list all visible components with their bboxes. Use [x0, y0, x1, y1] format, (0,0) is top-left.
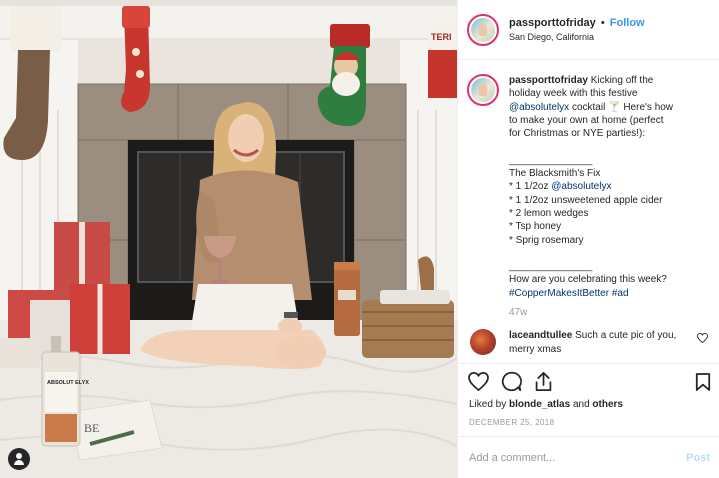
likes-middle: and [572, 399, 590, 410]
user-tag-icon[interactable] [8, 448, 30, 470]
save-button[interactable] [695, 372, 711, 397]
caption-text-part: for Christmas or NYE parties!): [509, 128, 646, 140]
hashtag-link[interactable]: #ad [612, 288, 629, 299]
caption-line: * 1 1/2oz unsweetened apple cider [509, 194, 704, 207]
caption-line: * Sprig rosemary [509, 234, 704, 247]
caption-text-part: _______________ [509, 154, 593, 166]
caption-line [509, 247, 704, 260]
caption-text-part: cocktail [569, 101, 609, 113]
comment-button[interactable] [501, 371, 522, 392]
share-upload-icon [535, 371, 552, 391]
caption-text-part: * 1 1/2oz unsweetened apple cider [509, 194, 663, 206]
heart-icon [468, 371, 489, 391]
caption-username[interactable]: passporttofriday [509, 75, 588, 86]
caption-text-part: How are you celebrating this week? [509, 274, 667, 286]
bookmark-icon [695, 373, 711, 391]
header-username[interactable]: passporttofriday [509, 17, 596, 29]
caption-line: * Tsp honey [509, 220, 704, 233]
caption-line: * 2 lemon wedges [509, 207, 704, 220]
likes-summary: Liked by blonde_atlas and others [458, 398, 719, 412]
caption-line [509, 140, 704, 153]
caption-body: passporttofriday Kicking off the holiday … [509, 74, 704, 319]
header-avatar-image [471, 17, 495, 42]
hashtag-link[interactable]: #CopperMakesItBetter [509, 288, 609, 299]
user-tag-head [16, 453, 22, 459]
caption-text-part: Here's how [620, 101, 674, 113]
follow-button[interactable]: Follow [610, 17, 645, 29]
comments-section: passporttofriday Kicking off the holiday … [458, 60, 719, 364]
header-separator: • [600, 16, 605, 29]
comment-row: laceandtullee Such a cute pic of you, me… [467, 329, 710, 357]
comment-body: laceandtullee Such a cute pic of you, me… [509, 329, 689, 357]
post-side-panel: passporttofriday • Follow San Diego, Cal… [457, 0, 719, 478]
post-date[interactable]: DECEMBER 25, 2018 [458, 418, 719, 427]
likes-user[interactable]: blonde_atlas [509, 399, 570, 410]
share-button[interactable] [534, 371, 553, 392]
caption-text-part: * 1 1/2oz [509, 181, 552, 193]
caption-time[interactable]: 47w [509, 306, 704, 319]
stocking-name: TERI [428, 22, 457, 98]
caption-text: passporttofriday Kicking off the holiday … [509, 74, 704, 300]
caption-avatar[interactable] [467, 74, 499, 106]
caption-line: #CopperMakesItBetter #ad [509, 287, 704, 300]
post-photo[interactable]: TERI BE ABSOLUT ELYX [0, 0, 457, 478]
caption-text-part: to make your own at home (perfect [509, 114, 664, 126]
post-photo-illustration: TERI BE ABSOLUT ELYX [0, 0, 457, 478]
post-comment-button[interactable]: Post [686, 452, 710, 464]
likes-others[interactable]: others [592, 399, 623, 410]
caption-text-part: 🍸 [608, 101, 621, 113]
caption-text-part: _______________ [509, 261, 593, 273]
like-button[interactable] [468, 371, 489, 391]
action-bar [458, 364, 719, 398]
mention-link[interactable]: @absolutelyx [509, 102, 569, 113]
caption-line: @absolutelyx cocktail 🍸 Here's how [509, 101, 704, 114]
caption-text-part: The Blacksmith's Fix [509, 168, 601, 180]
mention-link[interactable]: @absolutelyx [551, 181, 611, 192]
likes-prefix: Liked by [469, 399, 507, 410]
caption-line: for Christmas or NYE parties!): [509, 127, 704, 140]
caption-text-part: holiday week with this festive [509, 88, 638, 100]
comment-username[interactable]: laceandtullee [509, 330, 572, 341]
caption-text-part: * Tsp honey [509, 221, 562, 233]
comment-like-icon[interactable] [697, 333, 708, 344]
caption-line: How are you celebrating this week? [509, 273, 704, 286]
caption-avatar-image [471, 78, 495, 102]
caption-line: _______________ [509, 154, 704, 167]
copper-mug [334, 262, 360, 336]
sign-text: BE [84, 421, 99, 435]
comment-bubble-icon [501, 371, 522, 391]
caption-text-part: * Sprig rosemary [509, 234, 584, 246]
caption-text-part: * 2 lemon wedges [509, 207, 589, 219]
caption-line: * 1 1/2oz @absolutelyx [509, 180, 704, 193]
add-comment-bar: Post [458, 436, 719, 478]
comment-avatar[interactable] [470, 329, 496, 356]
caption-text-part: Kicking off the [590, 75, 654, 86]
caption-line: The Blacksmith's Fix [509, 167, 704, 180]
caption-line: _______________ [509, 260, 704, 273]
bottle-label-text: ABSOLUT ELYX [47, 380, 89, 386]
caption-line: to make your own at home (perfect [509, 114, 704, 127]
caption-line: holiday week with this festive [509, 87, 704, 100]
header-top-line: passporttofriday • Follow [509, 16, 645, 30]
header-location[interactable]: San Diego, California [509, 30, 645, 44]
user-tag-shoulders [14, 460, 24, 465]
header-text: passporttofriday • Follow San Diego, Cal… [509, 16, 645, 44]
post-header: passporttofriday • Follow San Diego, Cal… [458, 0, 719, 60]
header-avatar[interactable] [467, 13, 499, 46]
stocking-name-text: TERI [431, 32, 452, 42]
comment-input[interactable] [469, 451, 687, 464]
caption-line: passporttofriday Kicking off the [509, 74, 704, 87]
caption-row: passporttofriday Kicking off the holiday … [467, 74, 710, 319]
